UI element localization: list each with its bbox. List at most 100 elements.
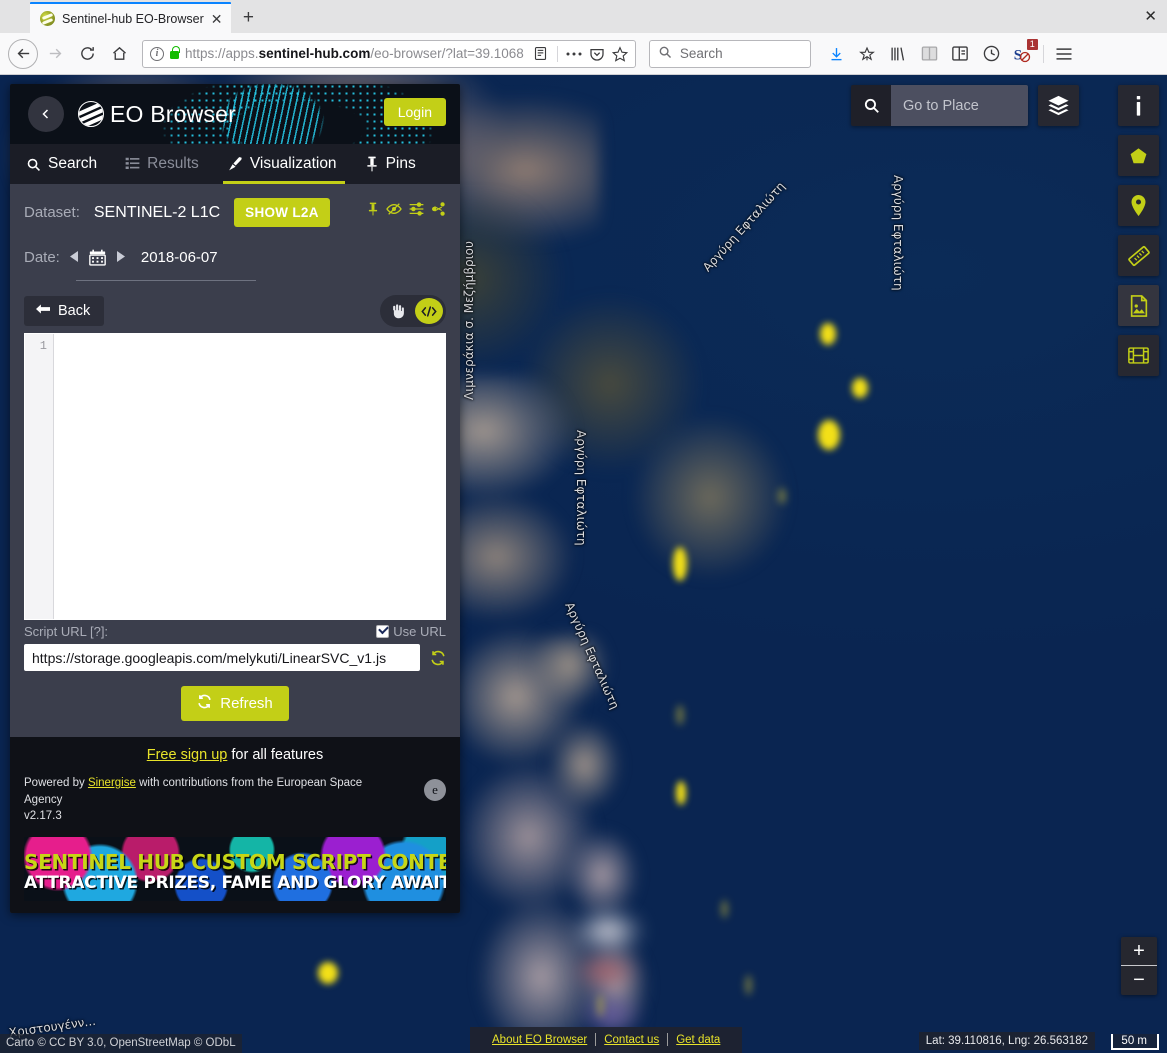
go-to-place-search[interactable] xyxy=(851,85,1028,126)
url-text[interactable]: https://apps.sentinel-hub.com/eo-browser… xyxy=(185,46,524,61)
close-icon[interactable]: ✕ xyxy=(211,12,223,26)
tab-pins[interactable]: Pins xyxy=(351,144,430,184)
code-brackets-icon[interactable] xyxy=(415,298,443,324)
browser-search-bar[interactable]: Search xyxy=(648,39,811,68)
hand-grab-icon[interactable] xyxy=(383,298,411,324)
banner-line-1: SENTINEL HUB CUSTOM SCRIPT CONTEST xyxy=(24,850,446,875)
zoom-controls[interactable]: + − xyxy=(1121,937,1157,995)
scale-bar: 50 m xyxy=(1111,1034,1159,1050)
tab-results[interactable]: Results xyxy=(111,144,213,184)
draw-polygon-button[interactable] xyxy=(1118,135,1159,176)
tab-search[interactable]: Search xyxy=(24,144,111,184)
eo-logo-mark xyxy=(78,101,104,127)
use-url-checkbox-group[interactable]: Use URL xyxy=(376,624,446,639)
dataset-value: SENTINEL-2 L1C xyxy=(93,203,221,221)
footer-links[interactable]: About EO Browser Contact us Get data xyxy=(470,1027,743,1053)
reader-panel-icon[interactable] xyxy=(945,39,976,69)
pin-icon[interactable] xyxy=(367,202,379,216)
star-icon[interactable] xyxy=(609,43,631,65)
back-icon[interactable] xyxy=(8,38,38,69)
show-l2a-button[interactable]: SHOW L2A xyxy=(234,198,330,227)
marker-pin-button[interactable] xyxy=(1118,185,1159,226)
script-url-label: Script URL [?]: xyxy=(24,624,109,639)
site-identity[interactable]: i xyxy=(150,46,180,61)
script-url-input-row xyxy=(24,644,446,671)
classified-blob xyxy=(745,975,752,995)
image-download-button[interactable] xyxy=(1118,285,1159,326)
ellipsis-icon[interactable] xyxy=(563,43,585,65)
dataset-action-icons xyxy=(367,202,446,216)
refresh-button-wrap: Refresh xyxy=(24,671,446,737)
powered-prefix: Powered by xyxy=(24,777,88,789)
new-tab-button[interactable]: + xyxy=(231,2,265,33)
layers-button[interactable] xyxy=(1038,85,1079,126)
calendar-icon[interactable] xyxy=(89,249,106,266)
triangle-left-icon[interactable] xyxy=(69,250,79,265)
chevron-left-icon[interactable] xyxy=(28,96,64,132)
sidebar-book-icon[interactable] xyxy=(914,39,945,69)
editor-text-area[interactable] xyxy=(54,334,445,619)
toolbar-icons: S 1 xyxy=(821,38,1080,69)
eo-browser-logo: EO Browser xyxy=(78,101,236,128)
history-clock-icon[interactable] xyxy=(976,39,1007,69)
window-close-icon[interactable]: ✕ xyxy=(1144,7,1157,25)
url-domain: sentinel-hub.com xyxy=(258,46,371,61)
divider xyxy=(556,45,558,62)
sliders-settings-icon[interactable] xyxy=(409,202,424,216)
eo-panel-header: EO Browser Login xyxy=(10,84,460,144)
script-url-input[interactable] xyxy=(24,644,420,671)
tabstrip-spacer xyxy=(0,0,30,33)
home-icon[interactable] xyxy=(104,39,134,69)
use-url-checkbox[interactable] xyxy=(376,625,390,638)
share-icon[interactable] xyxy=(431,202,446,216)
classified-blob xyxy=(778,488,786,504)
script-blocker-icon[interactable]: S 1 xyxy=(1007,38,1038,69)
padlock-icon[interactable] xyxy=(170,46,180,59)
pocket-icon[interactable] xyxy=(586,43,608,65)
hide-layer-eye-icon[interactable] xyxy=(386,202,402,216)
info-button[interactable] xyxy=(1118,85,1159,126)
login-button[interactable]: Login xyxy=(383,98,446,126)
date-value[interactable]: 2018-06-07 xyxy=(141,249,218,266)
sinergise-link[interactable]: Sinergise xyxy=(88,777,136,789)
browser-tab[interactable]: Sentinel-hub EO-Browser ✕ xyxy=(30,2,232,33)
script-code-editor[interactable]: 1 xyxy=(24,333,446,620)
classified-blob xyxy=(673,547,687,581)
triangle-right-icon[interactable] xyxy=(116,250,125,265)
search-placeholder: Search xyxy=(679,46,723,61)
refresh-button[interactable]: Refresh xyxy=(181,686,289,721)
editor-mode-toggle[interactable] xyxy=(380,295,446,327)
search-icon xyxy=(658,45,672,62)
custom-script-contest-banner[interactable]: SENTINEL HUB CUSTOM SCRIPT CONTEST ATTRA… xyxy=(24,837,446,902)
reader-view-icon[interactable] xyxy=(530,43,552,65)
zoom-in-button[interactable]: + xyxy=(1121,937,1157,966)
search-icon xyxy=(26,157,41,172)
contact-us-link[interactable]: Contact us xyxy=(596,1034,667,1046)
measure-ruler-button[interactable] xyxy=(1118,235,1159,276)
hamburger-menu-icon[interactable] xyxy=(1049,39,1080,69)
zoom-out-button[interactable]: − xyxy=(1121,966,1157,995)
go-to-place-input[interactable] xyxy=(891,85,1028,126)
back-button[interactable]: Back xyxy=(24,296,105,326)
downloads-icon[interactable] xyxy=(821,39,852,69)
info-circle-icon[interactable]: i xyxy=(150,46,164,61)
signup-rest: for all features xyxy=(227,747,324,763)
free-signup-link[interactable]: Free sign up xyxy=(147,747,228,763)
reload-icon[interactable] xyxy=(72,39,102,69)
bookmark-star-icon[interactable] xyxy=(852,39,883,69)
classified-blob xyxy=(820,323,836,345)
classified-blob xyxy=(597,995,604,1017)
tab-title: Sentinel-hub EO-Browser xyxy=(62,11,204,26)
url-bar[interactable]: i https://apps.sentinel-hub.com/eo-brows… xyxy=(142,39,636,68)
about-eo-browser-link[interactable]: About EO Browser xyxy=(484,1034,595,1046)
timelapse-film-button[interactable] xyxy=(1118,335,1159,376)
pin-icon xyxy=(365,156,379,172)
forward-icon[interactable] xyxy=(40,39,70,69)
paintbrush-icon xyxy=(227,156,243,172)
library-icon[interactable] xyxy=(883,39,914,69)
refresh-icon[interactable] xyxy=(430,650,446,666)
get-data-link[interactable]: Get data xyxy=(668,1034,728,1046)
tab-visualization[interactable]: Visualization xyxy=(213,144,351,184)
classified-blob xyxy=(676,781,686,805)
search-icon[interactable] xyxy=(851,85,891,126)
